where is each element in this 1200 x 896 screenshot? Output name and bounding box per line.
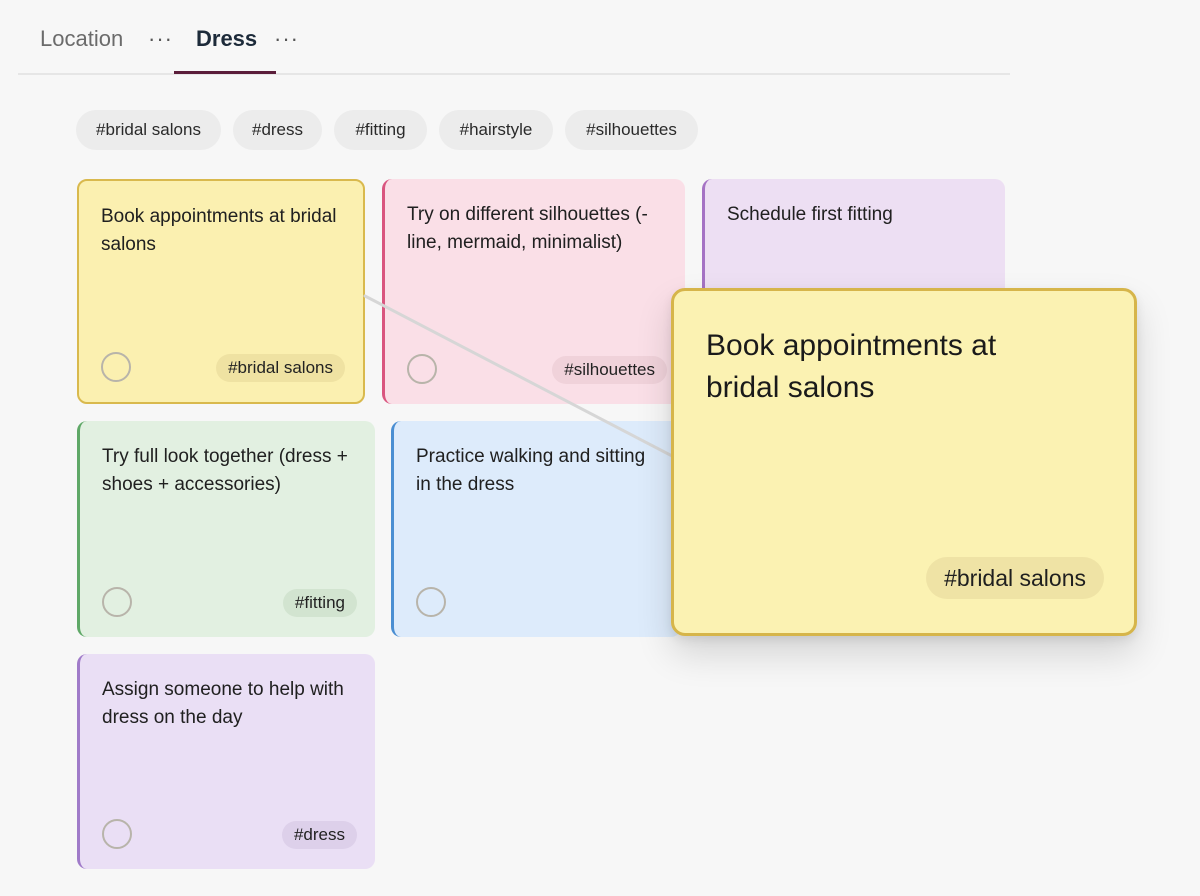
card-title: Schedule first fitting [727,204,893,225]
task-card-silhouettes[interactable]: Try on different silhouettes (-line, mer… [382,179,685,404]
task-card-assign-helper[interactable]: Assign someone to help with dress on the… [77,654,375,869]
card-complete-checkbox[interactable] [102,819,132,849]
card-complete-checkbox[interactable] [416,587,446,617]
board-page: Location ··· Dress ··· #bridal salons #d… [0,0,1200,896]
card-complete-checkbox[interactable] [407,354,437,384]
task-card-bridal-salons[interactable]: Book appointments at bridal salons #brid… [77,179,365,404]
card-title: Try full look together (dress + shoes + … [102,446,348,495]
tab-location[interactable]: Location [40,24,123,54]
task-card-first-fitting[interactable]: Schedule first fitting [702,179,1005,299]
card-complete-checkbox[interactable] [102,587,132,617]
card-tag[interactable]: #bridal salons [216,354,345,382]
card-title: Book appointments at bridal salons [101,206,337,255]
dragged-card-tag[interactable]: #bridal salons [926,557,1104,599]
card-title: Try on different silhouettes (-line, mer… [407,204,648,253]
card-complete-checkbox[interactable] [101,352,131,382]
filter-chip-hairstyle[interactable]: #hairstyle [439,110,553,150]
card-title: Assign someone to help with dress on the… [102,679,344,728]
task-card-full-look[interactable]: Try full look together (dress + shoes + … [77,421,375,637]
dragged-card-title: Book appointments at bridal salons [706,329,997,404]
card-tag[interactable]: #dress [281,821,357,849]
tab-dress[interactable]: Dress [196,24,257,54]
filter-chip-bridal-salons[interactable]: #bridal salons [76,110,221,150]
active-tab-indicator [174,71,276,74]
task-card-practice-walking[interactable]: Practice walking and sitting in the dres… [391,421,681,637]
filter-chip-dress[interactable]: #dress [233,110,322,150]
filter-chip-silhouettes[interactable]: #silhouettes [565,110,698,150]
tab-dress-more-icon[interactable]: ··· [274,24,299,54]
dragged-task-card[interactable]: Book appointments at bridal salons #brid… [671,288,1137,636]
filter-chip-fitting[interactable]: #fitting [334,110,427,150]
tab-location-more-icon[interactable]: ··· [148,24,173,54]
card-tag[interactable]: #fitting [282,589,357,617]
card-title: Practice walking and sitting in the dres… [416,446,646,495]
card-tag[interactable]: #silhouettes [552,356,667,384]
tab-bar: Location ··· Dress ··· [18,0,1010,75]
